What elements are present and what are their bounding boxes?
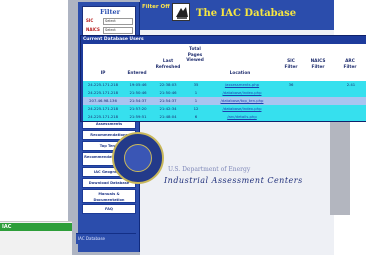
cell-pages: 1 (194, 90, 198, 95)
filter-sic-label: SIC (86, 18, 94, 23)
cell-entered: 21:54:37 (129, 98, 147, 103)
cell-entered: 19:05:46 (129, 82, 147, 87)
taskbar-green-label: IAC (2, 224, 12, 230)
cell-last: 22:38:03 (159, 82, 177, 87)
seal-center (124, 144, 152, 172)
cell-sic (279, 113, 303, 121)
cell-sic (279, 105, 303, 113)
popup-title: Current Database Users (83, 37, 144, 42)
cell-location[interactable]: /database/top_ten.php (209, 97, 275, 105)
cell-location[interactable]: /assessments.php (209, 81, 275, 89)
column-header-total-pages: Total Pages Viewed (186, 47, 204, 63)
cell-ip: 24.225.171.218 (87, 114, 119, 119)
cell-pages: 35 (193, 82, 199, 87)
cell-arc (337, 89, 365, 97)
column-header-location: Location (229, 71, 251, 76)
taskbar-green-tab[interactable]: IAC (0, 223, 72, 231)
cell-arc: 2.41 (346, 82, 356, 87)
column-header-entered: Entered (127, 71, 147, 76)
column-header-ip: IP (100, 71, 106, 76)
sidebar-item-manuals[interactable]: Manuals & Documentation (82, 189, 136, 203)
column-header-arc-filter: ARC Filter (343, 59, 357, 70)
page-title: The IAC Database (196, 8, 297, 19)
cell-arc (337, 105, 365, 113)
cell-last: 21:54:37 (159, 98, 177, 103)
users-table: IP Entered Last Refreshed Total Pages Vi… (83, 44, 366, 121)
cell-naics (305, 89, 333, 97)
cell-entered: 21:50:46 (129, 90, 147, 95)
filter-sic-select[interactable]: Select (103, 18, 133, 25)
cell-pages: 1 (194, 98, 198, 103)
cell-ip: 24.225.171.218 (87, 82, 119, 87)
cell-last: 21:48:04 (159, 114, 177, 119)
seal-faint-text: U.S. Department of Energy (168, 166, 251, 173)
column-header-sic-filter: SIC Filter (284, 59, 298, 70)
cell-sic: 36 (288, 82, 294, 87)
cell-naics (305, 97, 333, 105)
column-header-last-refreshed: Last Refreshed (155, 59, 181, 70)
filter-naics-row: NAICS Select (86, 27, 134, 35)
cell-ip: 207.46.98.136 (89, 98, 117, 103)
filter-status-text: Filter Off (142, 4, 170, 10)
taskbar-blue-label: IAC Database (78, 236, 105, 241)
cell-location[interactable]: /database/index.php (209, 89, 275, 97)
column-header-naics-filter: NAICS Filter (310, 59, 326, 70)
cell-sic (279, 97, 303, 105)
cell-arc (337, 97, 365, 105)
filter-naics-select[interactable]: Select (103, 27, 133, 34)
cell-location[interactable]: /database/index.php (209, 105, 275, 113)
cell-entered: 21:57:20 (129, 106, 147, 111)
filter-title: Filter (99, 8, 121, 16)
cell-entered: 21:59:51 (129, 114, 147, 119)
table-row: 24.225.171.218 19:05:46 22:38:03 35/assessm… (83, 81, 366, 89)
cell-arc (337, 113, 365, 121)
cell-ip: 24.225.171.218 (87, 90, 119, 95)
cell-last: 21:42:34 (159, 106, 177, 111)
table-row: 24.225.171.218 21:59:51 21:48:04 6/arc/deta… (83, 113, 366, 121)
filter-sic-row: SIC Select (86, 18, 134, 26)
table-row: 24.225.171.218 21:57:20 21:42:34 12/databas… (83, 105, 366, 113)
cell-pages: 6 (194, 114, 198, 119)
cell-pages: 12 (193, 106, 199, 111)
iac-logo-icon (172, 3, 190, 21)
cell-ip: 24.225.171.218 (87, 106, 119, 111)
filter-naics-label: NAICS (86, 27, 100, 32)
doe-seal-icon (112, 132, 164, 184)
seal-caption: Industrial Assessment Centers (164, 176, 303, 185)
cell-sic (279, 89, 303, 97)
cell-naics (305, 105, 333, 113)
cell-naics (305, 113, 333, 121)
cell-naics (305, 81, 333, 89)
cell-location[interactable]: /arc/details.php (209, 113, 275, 121)
table-row: 207.46.98.136 21:54:37 21:54:37 1/database/… (83, 97, 366, 105)
taskbar-blue-tab[interactable]: IAC Database (76, 233, 136, 244)
table-row: 24.225.171.218 21:50:46 21:50:46 1/database… (83, 89, 366, 97)
current-users-popup: Current Database Users IP Entered Last R… (80, 35, 366, 122)
cell-last: 21:50:46 (159, 90, 177, 95)
sidebar-item-faq[interactable]: FAQ (82, 204, 136, 214)
